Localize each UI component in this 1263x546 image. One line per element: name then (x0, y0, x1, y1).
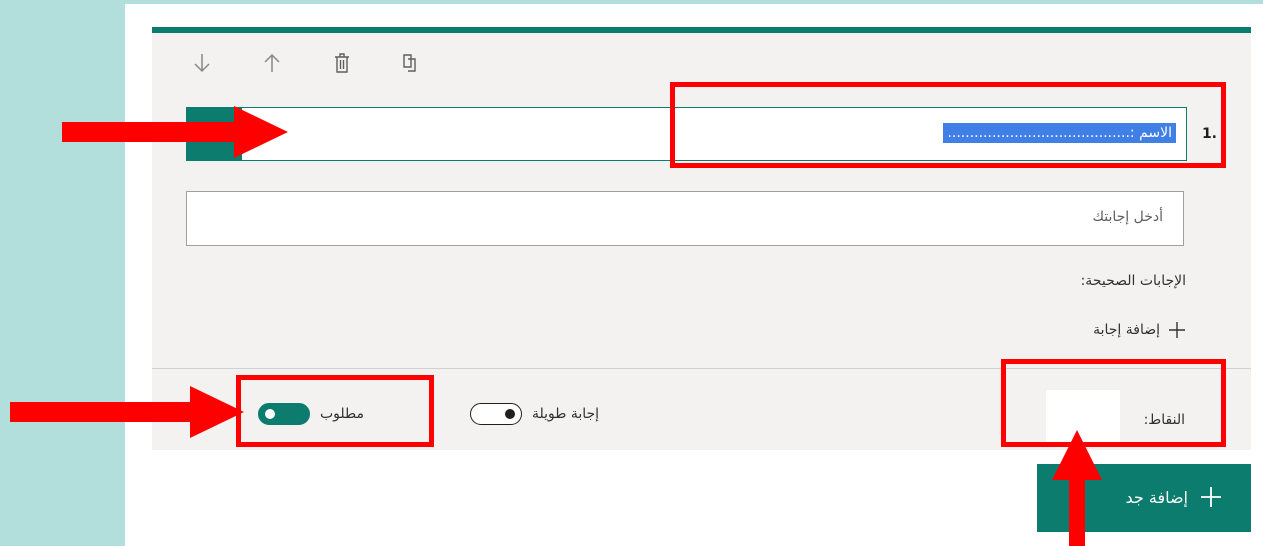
question-card: 1. الاسم :..............................… (152, 27, 1251, 450)
required-option: مطلوب (258, 401, 364, 427)
move-down-button[interactable] (190, 51, 214, 75)
question-number: 1. (1201, 126, 1217, 142)
trash-icon (335, 53, 349, 73)
correct-answers-label: الإجابات الصحيحة: (1080, 273, 1186, 289)
add-answer-label: إضافة إجابة (1093, 322, 1160, 338)
question-title-text: الاسم :.................................… (943, 123, 1176, 143)
long-answer-toggle[interactable] (470, 403, 522, 425)
question-title-input[interactable]: الاسم :.................................… (186, 107, 1187, 161)
add-answer-button[interactable]: إضافة إجابة (1093, 318, 1186, 342)
copy-icon (403, 54, 416, 72)
plus-icon (1169, 322, 1185, 338)
arrow-up-icon (264, 53, 280, 72)
copy-button[interactable] (398, 51, 422, 75)
required-label: مطلوب (320, 406, 365, 422)
points-label: النقاط: (1143, 412, 1185, 428)
toggle-knob (505, 409, 515, 419)
answer-placeholder: أدخل إجابتك (1092, 209, 1163, 225)
move-up-button[interactable] (260, 51, 284, 75)
arrow-down-icon (194, 54, 210, 73)
points-input[interactable] (1046, 390, 1120, 446)
insert-media-button[interactable] (186, 107, 242, 161)
answer-field[interactable]: أدخل إجابتك (186, 191, 1184, 246)
plus-icon (1201, 487, 1221, 507)
question-row: 1. الاسم :..............................… (186, 107, 1217, 161)
add-new-button[interactable]: إضافة جد (1037, 464, 1251, 532)
long-answer-label: إجابة طويلة (532, 406, 600, 422)
card-accent-bar (152, 27, 1251, 33)
background-top-strip (125, 0, 1263, 4)
delete-button[interactable] (330, 51, 354, 75)
card-divider (152, 368, 1251, 369)
long-answer-option: إجابة طويلة (470, 401, 599, 427)
toggle-knob (265, 409, 275, 419)
background-left-strip (0, 0, 125, 546)
required-toggle[interactable] (258, 403, 310, 425)
add-new-label: إضافة جد (1125, 488, 1188, 507)
media-bar-icon (203, 131, 225, 134)
